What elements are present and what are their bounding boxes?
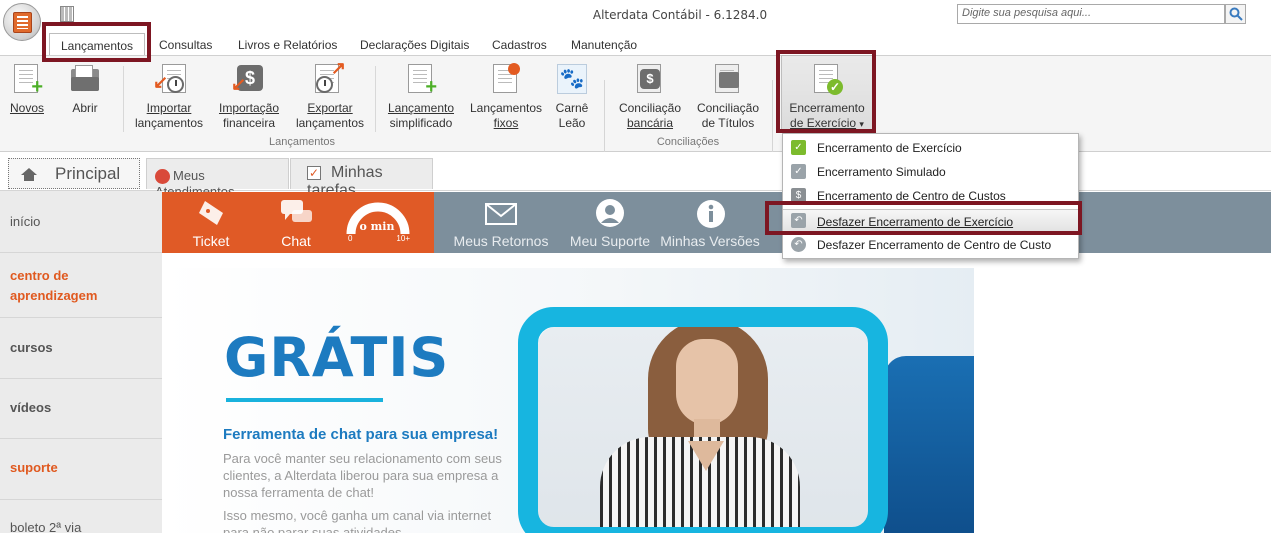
- cost-center-check-icon: $: [791, 188, 806, 203]
- sidebar-item-inicio[interactable]: início: [0, 191, 162, 253]
- tab-cadastros[interactable]: Cadastros: [492, 33, 547, 55]
- menu-item-desfazer-encerramento-centro-custo[interactable]: ↶ Desfazer Encerramento de Centro de Cust…: [783, 233, 1078, 257]
- undo-circle-icon: ↶: [791, 237, 806, 252]
- bank-reconcile-icon: $: [634, 63, 666, 95]
- banner-headline: GRÁTIS: [224, 326, 450, 389]
- ribbon-separator: [123, 66, 124, 132]
- ticket-button[interactable]: Ticket: [182, 192, 240, 253]
- tab-lancamentos[interactable]: Lançamentos: [49, 33, 145, 55]
- banner-subtitle: Ferramenta de chat para sua empresa!: [223, 426, 499, 443]
- encerramento-exercicio-button[interactable]: ✓ Encerramento de Exercício ▾: [781, 63, 873, 132]
- chat-button[interactable]: Chat: [267, 192, 325, 253]
- titles-reconcile-icon: [712, 63, 744, 95]
- tab-meus-atendimentos[interactable]: Meus Atendimentos: [146, 158, 289, 199]
- menu-item-encerramento-exercicio[interactable]: ✓ Encerramento de Exercício: [783, 136, 1078, 160]
- exportar-lancamentos-button[interactable]: ↗ Exportar lançamentos: [294, 59, 366, 131]
- tab-manutencao[interactable]: Manutenção: [571, 33, 637, 55]
- chat-bubbles-icon: [281, 200, 312, 222]
- new-document-icon: +: [11, 63, 43, 97]
- calculator-icon: [13, 12, 32, 33]
- user-avatar-icon: [596, 199, 624, 227]
- check-gray-icon: ✓: [791, 164, 806, 179]
- home-icon: [21, 168, 37, 181]
- abrir-button[interactable]: Abrir: [65, 63, 105, 116]
- app-window: Alterdata Contábil - 6.1284.0 Digite sua…: [0, 0, 1271, 533]
- menu-item-encerramento-centro-custos[interactable]: $ Encerramento de Centro de Custos: [783, 184, 1078, 208]
- conciliacao-bancaria-button[interactable]: $ Conciliação bancária: [615, 63, 685, 131]
- menu-item-desfazer-encerramento-exercicio[interactable]: ↶ Desfazer Encerramento de Exercício: [783, 209, 1078, 233]
- close-period-icon: ✓: [811, 63, 843, 95]
- sidebar-item-centro-aprendizagem[interactable]: centro de aprendizagem: [0, 253, 162, 318]
- check-green-icon: ✓: [791, 140, 806, 155]
- group-separator: [772, 80, 773, 152]
- menu-item-encerramento-simulado[interactable]: ✓ Encerramento Simulado: [783, 160, 1078, 184]
- tab-minhas-tarefas[interactable]: ✓ Minhas tarefas: [290, 158, 433, 199]
- app-menu-button[interactable]: [3, 3, 41, 41]
- pinned-document-icon: [490, 63, 522, 95]
- dollar-coin-icon: $ ↙: [231, 63, 265, 95]
- chevron-down-icon: ▾: [859, 119, 864, 129]
- checkbox-icon: ✓: [307, 165, 321, 180]
- ticket-icon: [199, 201, 223, 225]
- quick-access-calculator-icon[interactable]: [60, 6, 74, 22]
- ribbon-separator: [375, 66, 376, 132]
- export-clock-icon: ↗: [314, 59, 346, 95]
- importar-lancamentos-button[interactable]: ↙ Importar lançamentos: [133, 63, 205, 131]
- banner-blue-frame: [884, 356, 974, 533]
- undo-icon: ↶: [791, 213, 806, 228]
- tab-livros-relatorios[interactable]: Livros e Relatórios: [238, 33, 337, 55]
- sidebar-item-cursos[interactable]: cursos: [0, 318, 162, 379]
- conciliacao-titulos-button[interactable]: Conciliação de Títulos: [693, 63, 763, 131]
- banner-paragraph-1: Para você manter seu relacionamento com …: [223, 451, 502, 500]
- window-title: Alterdata Contábil - 6.1284.0: [592, 8, 768, 22]
- wait-time-gauge: o min 0 10+: [342, 192, 412, 253]
- meu-suporte-button[interactable]: Meu Suporte: [564, 192, 656, 253]
- new-entry-icon: +: [405, 63, 437, 97]
- import-clock-icon: ↙: [153, 63, 186, 95]
- sidebar-item-videos[interactable]: vídeos: [0, 379, 162, 439]
- support-agent-icon: [155, 169, 170, 185]
- encerramento-dropdown-menu: ✓ Encerramento de Exercício ✓ Encerramento…: [782, 133, 1079, 259]
- info-icon: [697, 200, 725, 228]
- minhas-versoes-button[interactable]: Minhas Versões: [660, 192, 760, 253]
- lancamento-simplificado-button[interactable]: + Lançamento simplificado: [385, 63, 457, 131]
- group-label-conciliacoes: Conciliações: [656, 136, 720, 148]
- quick-actions-orange-strip: Ticket Chat o min 0 10+: [162, 192, 434, 253]
- tab-consultas[interactable]: Consultas: [159, 33, 212, 55]
- search-button[interactable]: [1225, 4, 1246, 24]
- meus-retornos-button[interactable]: Meus Retornos: [448, 192, 554, 253]
- banner-paragraph-2: Isso mesmo, você ganha um canal via inte…: [223, 508, 492, 533]
- search-icon: [1229, 7, 1243, 21]
- tab-declaracoes-digitais[interactable]: Declarações Digitais: [360, 33, 469, 55]
- group-label-lancamentos: Lançamentos: [268, 136, 336, 148]
- lancamentos-fixos-button[interactable]: Lançamentos fixos: [467, 63, 545, 131]
- envelope-icon: [485, 203, 517, 225]
- open-folder-icon: [69, 63, 101, 95]
- importacao-financeira-button[interactable]: $ ↙ Importação financeira: [216, 63, 282, 131]
- paw-icon: 🐾: [556, 63, 588, 95]
- search-input[interactable]: Digite sua pesquisa aqui...: [957, 4, 1225, 24]
- banner-cyan-frame: [518, 307, 888, 533]
- carne-leao-button[interactable]: 🐾 Carnê Leão: [554, 63, 590, 131]
- sidebar-item-boleto[interactable]: boleto 2ª via: [0, 500, 162, 533]
- sidebar: início centro de aprendizagem cursos víde…: [0, 191, 162, 533]
- tab-principal[interactable]: Principal: [8, 158, 140, 189]
- sidebar-item-suporte[interactable]: suporte: [0, 439, 162, 500]
- headline-underline: [226, 398, 383, 402]
- novos-button[interactable]: + Novos: [7, 63, 47, 116]
